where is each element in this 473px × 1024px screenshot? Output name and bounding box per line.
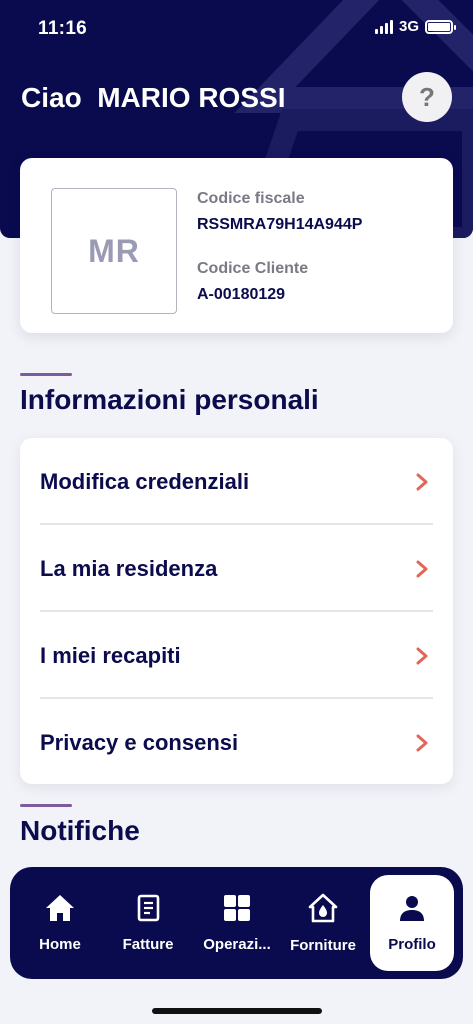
bottom-tab-bar: Home Fatture Operazi... Forniture Profil… <box>10 867 463 979</box>
invoice-icon <box>134 893 162 928</box>
tab-label: Forniture <box>290 937 356 954</box>
tab-label: Fatture <box>122 936 174 953</box>
menu-item-label: La mia residenza <box>40 555 218 581</box>
customer-code-label: Codice Cliente <box>197 260 309 277</box>
menu-item-label: Modifica credenziali <box>40 468 250 494</box>
tab-label: Home <box>39 936 81 953</box>
tab-label: Operazi... <box>203 936 271 953</box>
greeting-title: Ciao MARIO ROSSI <box>21 82 286 113</box>
grid-icon <box>222 893 252 928</box>
profile-card: MR Codice fiscale RSSMRA79H14A944P Codic… <box>20 158 453 333</box>
tab-operazioni[interactable]: Operazi... <box>187 875 287 971</box>
home-indicator <box>152 1008 322 1014</box>
status-indicators: 3G <box>374 18 456 35</box>
section-rule <box>20 804 72 807</box>
avatar: MR <box>51 188 177 314</box>
menu-item-label: Privacy e consensi <box>40 729 239 755</box>
customer-code-value: A-00180129 <box>197 286 286 303</box>
tab-profilo[interactable]: Profilo <box>370 875 454 971</box>
help-button[interactable]: ? <box>402 72 452 122</box>
battery-icon <box>425 19 456 34</box>
chevron-right-icon <box>411 645 433 667</box>
menu-item-recapiti[interactable]: I miei recapiti <box>40 612 433 699</box>
chevron-right-icon <box>411 558 433 580</box>
personal-info-menu: Modifica credenziali La mia residenza I … <box>20 438 453 784</box>
tab-fatture[interactable]: Fatture <box>98 875 198 971</box>
menu-item-label: I miei recapiti <box>40 642 181 668</box>
tax-code-value: RSSMRA79H14A944P <box>197 216 363 233</box>
menu-item-residenza[interactable]: La mia residenza <box>40 525 433 612</box>
supply-house-icon <box>307 892 339 929</box>
help-icon: ? <box>419 81 435 112</box>
tab-forniture[interactable]: Forniture <box>273 875 373 971</box>
status-time: 11:16 <box>38 18 88 39</box>
signal-icon <box>374 19 393 34</box>
tab-home[interactable]: Home <box>10 875 110 971</box>
person-icon <box>397 893 427 928</box>
chevron-right-icon <box>411 471 433 493</box>
section-rule <box>20 373 72 376</box>
menu-item-privacy[interactable]: Privacy e consensi <box>40 699 433 786</box>
network-type: 3G <box>398 18 419 35</box>
chevron-right-icon <box>411 732 433 754</box>
home-icon <box>44 893 76 928</box>
tab-label: Profilo <box>388 936 436 953</box>
personal-info-title: Informazioni personali <box>20 384 319 415</box>
avatar-initials: MR <box>88 232 140 269</box>
status-bar: 11:16 3G <box>0 0 473 58</box>
menu-item-modifica-credenziali[interactable]: Modifica credenziali <box>40 438 433 525</box>
tax-code-label: Codice fiscale <box>197 190 305 207</box>
